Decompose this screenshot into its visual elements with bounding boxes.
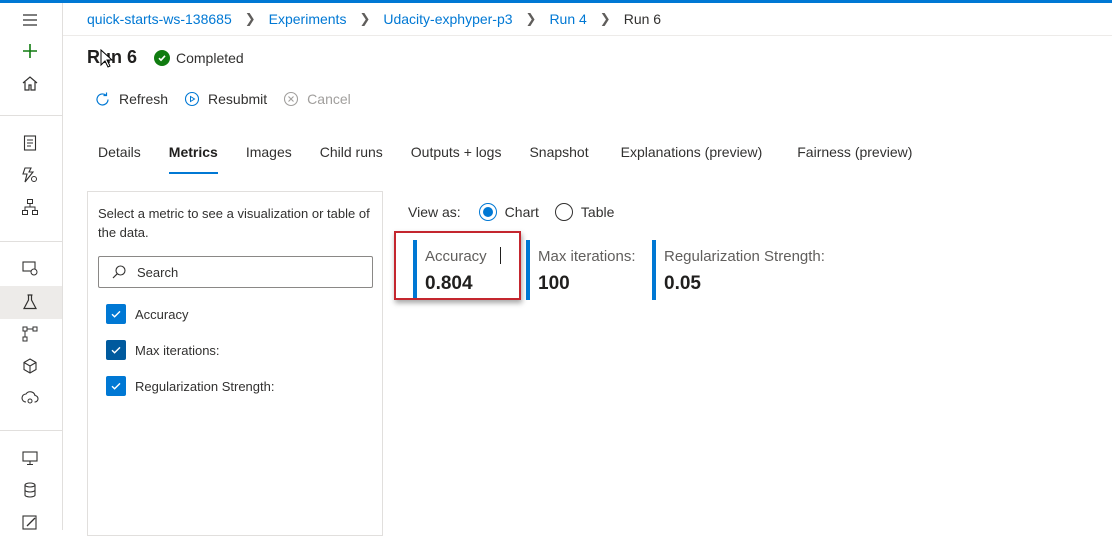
refresh-button[interactable]: Refresh: [94, 91, 168, 108]
metric-option[interactable]: Regularization Strength:: [106, 376, 274, 396]
view-table-option[interactable]: Table: [554, 203, 615, 221]
breadcrumb-parent-run[interactable]: Run 4: [549, 11, 586, 27]
tab-bar: Details Metrics Images Child runs Output…: [98, 142, 940, 174]
text-cursor: [500, 247, 501, 264]
plus-icon[interactable]: [19, 40, 41, 62]
metric-option-label: Regularization Strength:: [135, 378, 275, 394]
home-icon[interactable]: [19, 72, 41, 94]
hamburger-menu-icon[interactable]: [19, 9, 41, 31]
resubmit-label: Resubmit: [208, 91, 268, 107]
highlight-box: [394, 231, 521, 300]
chevron-right-icon: ❯: [359, 11, 371, 26]
view-chart-label: Chart: [504, 204, 539, 220]
metric-selection-panel: Select a metric to see a visualization o…: [87, 191, 383, 536]
metric-option[interactable]: Max iterations:: [106, 340, 220, 360]
refresh-icon: [96, 92, 109, 105]
datastores-icon[interactable]: [19, 479, 41, 501]
pipelines-icon[interactable]: [19, 323, 41, 345]
chevron-right-icon: ❯: [244, 11, 256, 26]
checkmark-icon: [111, 346, 121, 354]
compute-icon[interactable]: [19, 447, 41, 469]
refresh-label: Refresh: [119, 91, 169, 107]
tab-outputs-logs[interactable]: Outputs + logs: [411, 142, 502, 174]
breadcrumb-current: Run 6: [623, 11, 662, 27]
tab-metrics[interactable]: Metrics: [168, 142, 218, 174]
status-text: Completed: [176, 50, 244, 66]
checkbox-checked[interactable]: [106, 376, 126, 396]
radio-unselected[interactable]: [554, 203, 573, 221]
left-nav: [0, 3, 63, 530]
top-accent-bar: [0, 0, 1112, 3]
view-as-label: View as:: [408, 204, 461, 220]
breadcrumb-experiment[interactable]: Udacity-exphyper-p3: [383, 11, 512, 27]
designer-icon[interactable]: [19, 196, 41, 218]
experiments-icon[interactable]: [19, 291, 41, 313]
notebook-icon[interactable]: [19, 132, 41, 154]
metric-card-label: Max iterations:: [538, 248, 636, 265]
card-accent-bar: [526, 240, 530, 300]
cancel-label: Cancel: [307, 91, 351, 107]
resubmit-button[interactable]: Resubmit: [184, 91, 267, 107]
models-icon[interactable]: [19, 355, 41, 377]
tab-details[interactable]: Details: [98, 142, 141, 174]
status-badge: Completed: [154, 50, 244, 66]
cancel-circle-icon: [284, 91, 299, 107]
tab-fairness[interactable]: Fairness (preview): [797, 142, 912, 174]
search-icon: [112, 265, 126, 279]
metric-card-value: 0.05: [664, 273, 701, 294]
tab-images[interactable]: Images: [246, 142, 292, 174]
metric-card-label: Regularization Strength:: [664, 248, 825, 265]
checkbox-checked[interactable]: [106, 304, 126, 324]
breadcrumb-workspace[interactable]: quick-starts-ws-138685: [87, 11, 232, 27]
panel-description: Select a metric to see a visualization o…: [98, 206, 370, 240]
checkmark-icon: [111, 310, 121, 318]
datasets-icon[interactable]: [19, 257, 41, 279]
automl-icon[interactable]: [19, 164, 41, 186]
nav-divider: [0, 241, 62, 242]
metric-option-label: Accuracy: [135, 306, 189, 322]
search-input[interactable]: [135, 263, 359, 281]
toolbar: Refresh Resubmit Cancel: [94, 89, 367, 109]
cancel-button[interactable]: Cancel: [283, 91, 351, 107]
metric-card-value: 100: [538, 273, 570, 294]
breadcrumb: quick-starts-ws-138685 ❯ Experiments ❯ U…: [87, 9, 661, 29]
check-circle-icon: [154, 50, 170, 66]
tab-child-runs[interactable]: Child runs: [320, 142, 383, 174]
breadcrumb-experiments[interactable]: Experiments: [269, 11, 347, 27]
checkbox-checked[interactable]: [106, 340, 126, 360]
play-circle-icon: [184, 91, 200, 107]
nav-divider: [0, 430, 62, 431]
chevron-right-icon: ❯: [525, 11, 537, 26]
radio-selected[interactable]: [478, 203, 497, 221]
nav-divider: [0, 115, 62, 116]
tab-snapshot[interactable]: Snapshot: [529, 142, 588, 174]
mouse-pointer-icon: [100, 49, 114, 68]
metric-option[interactable]: Accuracy: [106, 304, 188, 324]
header-divider: [63, 35, 1112, 36]
view-chart-option[interactable]: Chart: [478, 203, 539, 221]
card-accent-bar: [652, 240, 656, 300]
checkmark-icon: [111, 382, 121, 390]
view-as-group: View as: Chart Table: [408, 202, 624, 222]
chevron-right-icon: ❯: [599, 11, 611, 26]
metric-card-regularization: Regularization Strength: 0.05: [652, 240, 842, 300]
endpoints-icon[interactable]: [19, 387, 41, 409]
search-box[interactable]: [98, 256, 373, 288]
metric-card-max-iterations: Max iterations: 100: [526, 240, 646, 300]
view-table-label: Table: [580, 204, 615, 220]
metric-option-label: Max iterations:: [135, 342, 220, 358]
tab-explanations[interactable]: Explanations (preview): [621, 142, 763, 174]
